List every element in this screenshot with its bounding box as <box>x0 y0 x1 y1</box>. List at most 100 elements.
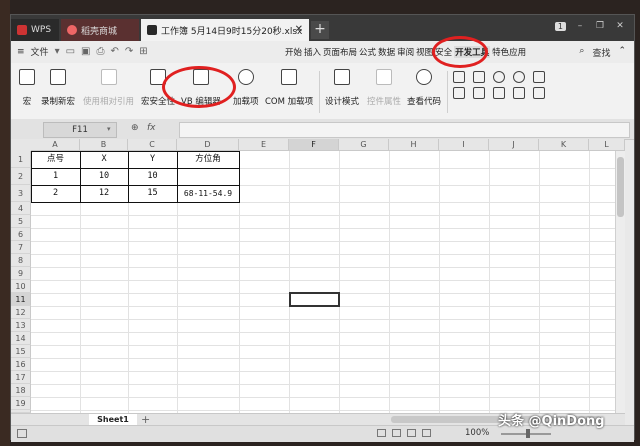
row-header[interactable]: 14 <box>11 332 31 345</box>
hamburger-icon[interactable]: ≡ <box>17 47 25 57</box>
zoom-level[interactable]: 100% <box>465 428 489 438</box>
row-header[interactable]: 6 <box>11 228 31 241</box>
sheet-grid[interactable]: A B C D E F G H I J K L 1 2 3 4 5 6 7 8 … <box>11 139 625 413</box>
tab-view[interactable]: 视图 <box>416 46 433 58</box>
window-count-badge[interactable]: 1 <box>554 21 566 31</box>
macro-button[interactable]: 宏 <box>19 69 35 107</box>
restore-icon[interactable]: ❐ <box>594 21 606 31</box>
more-controls-icon[interactable] <box>533 87 545 99</box>
row-header[interactable]: 1 <box>11 151 31 168</box>
radio-control-icon[interactable] <box>493 71 505 83</box>
cell-d3[interactable]: 68-11-54.9 <box>177 185 239 202</box>
column-header-e[interactable]: E <box>239 139 289 151</box>
cell-b3[interactable]: 12 <box>80 185 128 202</box>
column-header-j[interactable]: J <box>489 139 539 151</box>
row-header[interactable]: 19 <box>11 397 31 410</box>
status-icon[interactable] <box>17 429 27 438</box>
zoom-slider-knob[interactable] <box>526 429 530 438</box>
tab-docer-store[interactable]: 稻壳商城 <box>61 19 139 41</box>
column-header-f[interactable]: F <box>289 139 339 151</box>
row-header[interactable]: 2 <box>11 168 31 185</box>
cell-d1[interactable]: 方位角 <box>177 151 239 168</box>
row-header[interactable]: 5 <box>11 215 31 228</box>
row-header[interactable]: 10 <box>11 280 31 293</box>
relative-ref-button[interactable]: 使用相对引用 <box>83 69 134 107</box>
tab-home[interactable]: 开始 <box>285 46 302 58</box>
listbox-control-icon[interactable] <box>453 87 465 99</box>
tab-wps-home[interactable]: WPS <box>11 19 59 41</box>
tab-workbook[interactable]: 工作簿 5月14日9时15分20秒.xlsx ✕ <box>141 19 309 41</box>
com-addins-button[interactable]: COM 加载项 <box>265 69 313 107</box>
tab-review[interactable]: 审阅 <box>397 46 414 58</box>
cell-c1[interactable]: Y <box>128 151 177 168</box>
tab-data[interactable]: 数据 <box>378 46 395 58</box>
row-header-selected[interactable]: 11 <box>11 293 31 306</box>
label-control-icon[interactable] <box>513 87 525 99</box>
name-box-dropdown-icon[interactable]: ▾ <box>107 122 111 136</box>
active-cell-f11[interactable] <box>289 292 340 307</box>
cell-a2[interactable]: 1 <box>31 168 80 185</box>
row-header[interactable]: 3 <box>11 185 31 202</box>
page-break-view-icon[interactable] <box>407 429 416 437</box>
record-macro-button[interactable]: 录制新宏 <box>41 69 75 107</box>
control-props-button[interactable]: 控件属性 <box>367 69 401 107</box>
view-code-button[interactable]: 查看代码 <box>407 69 441 107</box>
column-header-l[interactable]: L <box>589 139 625 151</box>
tab-insert[interactable]: 插入 <box>304 46 321 58</box>
normal-view-icon[interactable] <box>377 429 386 437</box>
row-header[interactable]: 4 <box>11 202 31 215</box>
column-header-k[interactable]: K <box>539 139 589 151</box>
format-painter-icon[interactable]: ⊞ <box>139 46 147 57</box>
formula-input[interactable] <box>179 122 630 138</box>
cell-b2[interactable]: 10 <box>80 168 128 185</box>
checkbox-control-icon[interactable] <box>453 71 465 83</box>
cell-c3[interactable]: 15 <box>128 185 177 202</box>
column-header-h[interactable]: H <box>389 139 439 151</box>
tab-featured-apps[interactable]: 特色应用 <box>492 46 526 58</box>
chevron-down-icon[interactable]: ▾ <box>55 46 60 57</box>
new-tab-button[interactable]: + <box>311 21 329 39</box>
close-window-icon[interactable]: ✕ <box>614 21 626 31</box>
vertical-scrollbar[interactable] <box>615 151 625 413</box>
print-icon[interactable]: ⎙ <box>97 46 105 57</box>
row-header[interactable]: 7 <box>11 241 31 254</box>
save-icon[interactable]: ▣ <box>81 46 90 57</box>
column-header-g[interactable]: G <box>339 139 389 151</box>
option-control-icon[interactable] <box>513 71 525 83</box>
search-label[interactable]: 查找 <box>592 46 610 59</box>
cell-a1[interactable]: 点号 <box>31 151 80 168</box>
redo-icon[interactable]: ↷ <box>125 46 133 57</box>
reading-view-icon[interactable] <box>422 429 431 437</box>
cell-c2[interactable]: 10 <box>128 168 177 185</box>
file-menu[interactable]: 文件 <box>31 45 49 58</box>
row-header[interactable]: 12 <box>11 306 31 319</box>
addins-button[interactable]: 加载项 <box>233 69 259 107</box>
minimize-icon[interactable]: – <box>574 21 586 31</box>
column-header-d[interactable]: D <box>177 139 239 151</box>
button-control-icon[interactable] <box>533 71 545 83</box>
name-box[interactable]: F11 <box>43 122 117 138</box>
page-layout-view-icon[interactable] <box>392 429 401 437</box>
collapse-icon[interactable]: ⌃ <box>618 46 626 59</box>
row-header[interactable]: 13 <box>11 319 31 332</box>
row-header[interactable]: 17 <box>11 371 31 384</box>
fx-label[interactable]: fx <box>147 123 156 133</box>
zoom-icon[interactable]: ⊕ <box>131 123 139 133</box>
combobox-control-icon[interactable] <box>473 87 485 99</box>
row-header[interactable]: 15 <box>11 345 31 358</box>
search-icon[interactable]: ⌕ <box>579 46 584 59</box>
tab-page-layout[interactable]: 页面布局 <box>323 46 357 58</box>
open-folder-icon[interactable]: ▭ <box>66 46 75 57</box>
row-header[interactable]: 18 <box>11 384 31 397</box>
design-mode-button[interactable]: 设计模式 <box>325 69 359 107</box>
undo-icon[interactable]: ↶ <box>111 46 119 57</box>
image-control-icon[interactable] <box>493 87 505 99</box>
cell-b1[interactable]: X <box>80 151 128 168</box>
column-header-a[interactable]: A <box>31 139 80 151</box>
column-header-b[interactable]: B <box>80 139 128 151</box>
tab-formulas[interactable]: 公式 <box>359 46 376 58</box>
cell-a3[interactable]: 2 <box>31 185 80 202</box>
column-header-c[interactable]: C <box>128 139 177 151</box>
column-header-i[interactable]: I <box>439 139 489 151</box>
cell-d2[interactable] <box>177 168 239 185</box>
